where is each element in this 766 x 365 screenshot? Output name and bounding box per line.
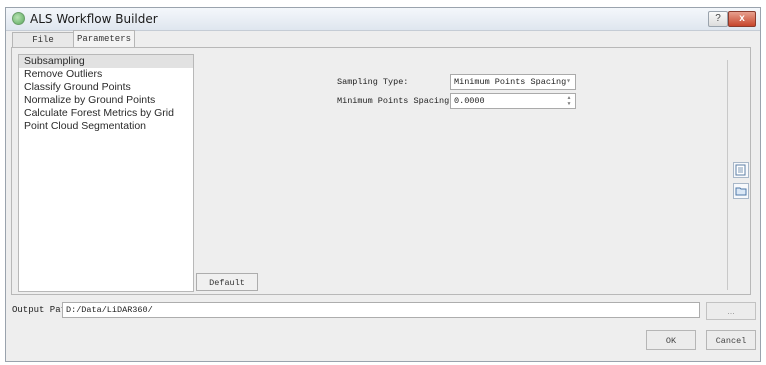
title-bar: ALS Workflow Builder ? x: [6, 8, 760, 31]
min-spacing-spinbox[interactable]: 0.0000 ▲ ▼: [450, 93, 576, 109]
spin-arrows-icon[interactable]: ▲ ▼: [566, 95, 572, 107]
min-spacing-value: 0.0000: [454, 96, 485, 106]
sampling-type-value: Minimum Points Spacing: [454, 77, 567, 87]
list-item-normalize-by-ground-points[interactable]: Normalize by Ground Points: [19, 94, 193, 107]
window-title: ALS Workflow Builder: [30, 12, 158, 26]
cancel-button[interactable]: Cancel: [706, 330, 756, 350]
list-item-subsampling[interactable]: Subsampling: [19, 55, 193, 68]
list-item-calculate-forest-metrics[interactable]: Calculate Forest Metrics by Grid: [19, 107, 193, 120]
sampling-type-label: Sampling Type:: [337, 77, 409, 87]
save-icon[interactable]: [733, 162, 749, 178]
min-spacing-label: Minimum Points Spacing:: [337, 96, 455, 106]
close-button[interactable]: x: [728, 11, 756, 27]
workflow-step-list[interactable]: Subsampling Remove Outliers Classify Gro…: [18, 54, 194, 292]
list-item-point-cloud-segmentation[interactable]: Point Cloud Segmentation: [19, 120, 193, 133]
sampling-type-select[interactable]: Minimum Points Spacing ▾: [450, 74, 576, 90]
list-item-classify-ground-points[interactable]: Classify Ground Points: [19, 81, 193, 94]
help-button[interactable]: ?: [708, 11, 728, 27]
default-button[interactable]: Default: [196, 273, 258, 291]
list-item-remove-outliers[interactable]: Remove Outliers: [19, 68, 193, 81]
tab-parameters[interactable]: Parameters: [73, 30, 135, 47]
open-folder-icon[interactable]: [733, 183, 749, 199]
browse-button[interactable]: ...: [706, 302, 756, 320]
divider: [727, 60, 728, 290]
app-icon: [12, 12, 25, 25]
ok-button[interactable]: OK: [646, 330, 696, 350]
tab-file-selected[interactable]: File Selected: [12, 32, 74, 60]
parameters-panel: Subsampling Remove Outliers Classify Gro…: [11, 47, 751, 295]
output-path-input[interactable]: D:/Data/LiDAR360/: [62, 302, 700, 318]
chevron-down-icon: ▾: [566, 77, 571, 86]
